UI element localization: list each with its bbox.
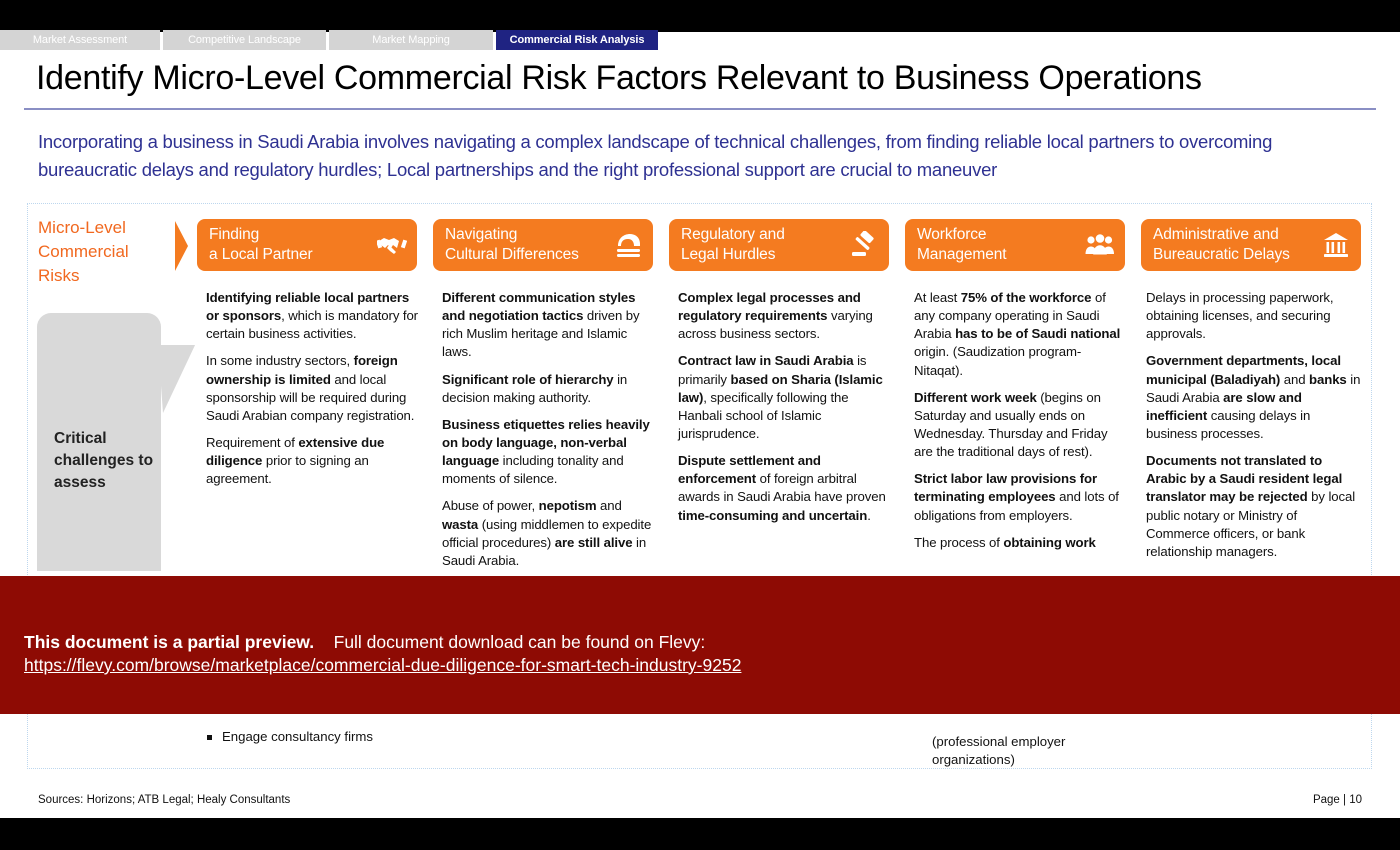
- column-header-label: Administrative and Bureaucratic Delays: [1153, 225, 1321, 265]
- column-body: At least 75% of the workforce of any com…: [914, 289, 1126, 561]
- column-header[interactable]: Workforce Management: [905, 219, 1125, 271]
- risk-paragraph: Requirement of extensive due diligence p…: [206, 434, 385, 487]
- footer-page-number: Page | 10: [1312, 794, 1362, 806]
- risk-column-finding-a-local-partner: Finding a Local Partner Identifying reli…: [197, 219, 418, 486]
- tab-commercial-risk-analysis[interactable]: Commercial Risk Analysis: [496, 30, 658, 50]
- tab-competitive-landscape[interactable]: Competitive Landscape: [163, 30, 326, 50]
- risk-paragraph: Contract law in Saudi Arabia is primaril…: [678, 353, 883, 441]
- risk-paragraph: Delays in processing paperwork, obtainin…: [1146, 290, 1334, 342]
- tab-strip: Market Assessment Competitive Landscape …: [0, 30, 1400, 50]
- tab-label: Commercial Risk Analysis: [509, 34, 645, 46]
- column-body: Identifying reliable local partners or s…: [206, 289, 418, 497]
- workforce-note-text: (professional employer organizations): [932, 734, 1066, 768]
- column-header-line2: Cultural Differences: [445, 246, 579, 263]
- column-header-label: Regulatory and Legal Hurdles: [681, 225, 849, 265]
- risk-paragraph: Different work week (begins on Saturday …: [914, 389, 1108, 460]
- risk-paragraph: Documents not translated to Arabic by a …: [1146, 453, 1356, 559]
- list-item-label: Engage consultancy firms: [222, 729, 373, 744]
- risk-paragraph: Complex legal processes and regulatory r…: [678, 290, 873, 342]
- column-header-line2: Legal Hurdles: [681, 246, 776, 263]
- tab-label: Market Assessment: [32, 34, 128, 46]
- risk-paragraph: The process of obtaining work: [914, 534, 1096, 550]
- column-body: Delays in processing paperwork, obtainin…: [1146, 289, 1364, 570]
- tab-market-mapping[interactable]: Market Mapping: [329, 30, 493, 50]
- handshake-icon: [377, 230, 407, 260]
- risk-column-administrative-and-bureaucratic-delays: Administrative and Bureaucratic Delays D…: [1141, 219, 1361, 559]
- chevron-right-icon: [175, 221, 189, 271]
- column-header-line2: Bureaucratic Delays: [1153, 246, 1290, 263]
- column-header-line1: Navigating: [445, 225, 518, 243]
- critical-challenges-label: Critical challenges to assess: [54, 430, 154, 491]
- column-header[interactable]: Administrative and Bureaucratic Delays: [1141, 219, 1361, 271]
- preview-banner-rest: Full document download can be found on F…: [333, 632, 706, 652]
- tab-market-assessment[interactable]: Market Assessment: [0, 30, 160, 50]
- preview-banner-text: This document is a partial preview. Full…: [24, 632, 705, 653]
- risk-paragraph: Strict labor law provisions for terminat…: [914, 471, 1119, 523]
- title-divider: [24, 108, 1376, 110]
- top-black-bar: [0, 0, 1400, 32]
- page-subtitle: Incorporating a business in Saudi Arabia…: [38, 131, 1273, 181]
- column-header-label: Workforce Management: [917, 225, 1085, 265]
- risk-paragraph: At least 75% of the workforce of any com…: [914, 290, 1121, 378]
- risk-paragraph: Abuse of power, nepotism and wasta (usin…: [442, 498, 652, 568]
- column-body: Complex legal processes and regulatory r…: [678, 289, 890, 534]
- column-header-line2: a Local Partner: [209, 246, 313, 263]
- column-header-line1: Finding: [209, 225, 260, 243]
- column-header-line1: Workforce: [917, 225, 987, 243]
- risk-paragraph: In some industry sectors, foreign owners…: [206, 353, 415, 423]
- risk-paragraph: Identifying reliable local partners or s…: [206, 290, 418, 342]
- column-header[interactable]: Finding a Local Partner: [197, 219, 417, 271]
- bank-icon: [1321, 230, 1351, 260]
- risk-paragraph: Government departments, local municipal …: [1146, 353, 1361, 441]
- list-item: Engage consultancy firms: [207, 729, 373, 744]
- column-header-line2: Management: [917, 246, 1007, 263]
- people-group-icon: [1085, 230, 1115, 260]
- risk-paragraph: Significant role of hierarchy in decisio…: [442, 371, 628, 405]
- column-body: Different communication styles and negot…: [442, 289, 654, 579]
- risk-column-navigating-cultural-differences: Navigating Cultural Differences Differen…: [433, 219, 653, 568]
- risk-paragraph: Business etiquettes relies heavily on bo…: [442, 416, 650, 487]
- column-header-line1: Administrative and: [1153, 225, 1279, 243]
- column-header[interactable]: Navigating Cultural Differences: [433, 219, 653, 271]
- callout-pointer-icon: [158, 345, 198, 415]
- column-header[interactable]: Regulatory and Legal Hurdles: [669, 219, 889, 271]
- risk-column-workforce-management: Workforce Management At least 75% of the…: [905, 219, 1125, 550]
- page-title: Identify Micro-Level Commercial Risk Fac…: [36, 59, 1202, 97]
- bullet-square-icon: [207, 735, 212, 740]
- column-header-label: Navigating Cultural Differences: [445, 225, 613, 265]
- risk-paragraph: Dispute settlement and enforcement of fo…: [678, 453, 886, 523]
- preview-banner-bold: This document is a partial preview.: [24, 632, 315, 652]
- column-header-label: Finding a Local Partner: [209, 225, 377, 265]
- tab-label: Market Mapping: [372, 34, 450, 46]
- column-header-line1: Regulatory and: [681, 225, 785, 243]
- footer-sources: Sources: Horizons; ATB Legal; Healy Cons…: [38, 794, 291, 806]
- left-group-label: Micro-Level Commercial Risks: [38, 218, 129, 286]
- preview-banner-link[interactable]: https://flevy.com/browse/marketplace/com…: [24, 655, 741, 676]
- bottom-black-bar: [0, 818, 1400, 850]
- risk-column-regulatory-and-legal-hurdles: Regulatory and Legal Hurdles Complex leg…: [669, 219, 889, 523]
- tab-label: Competitive Landscape: [188, 34, 301, 46]
- risk-paragraph: Different communication styles and negot…: [442, 290, 640, 360]
- gavel-icon: [849, 230, 879, 260]
- headscarf-icon: [613, 230, 643, 260]
